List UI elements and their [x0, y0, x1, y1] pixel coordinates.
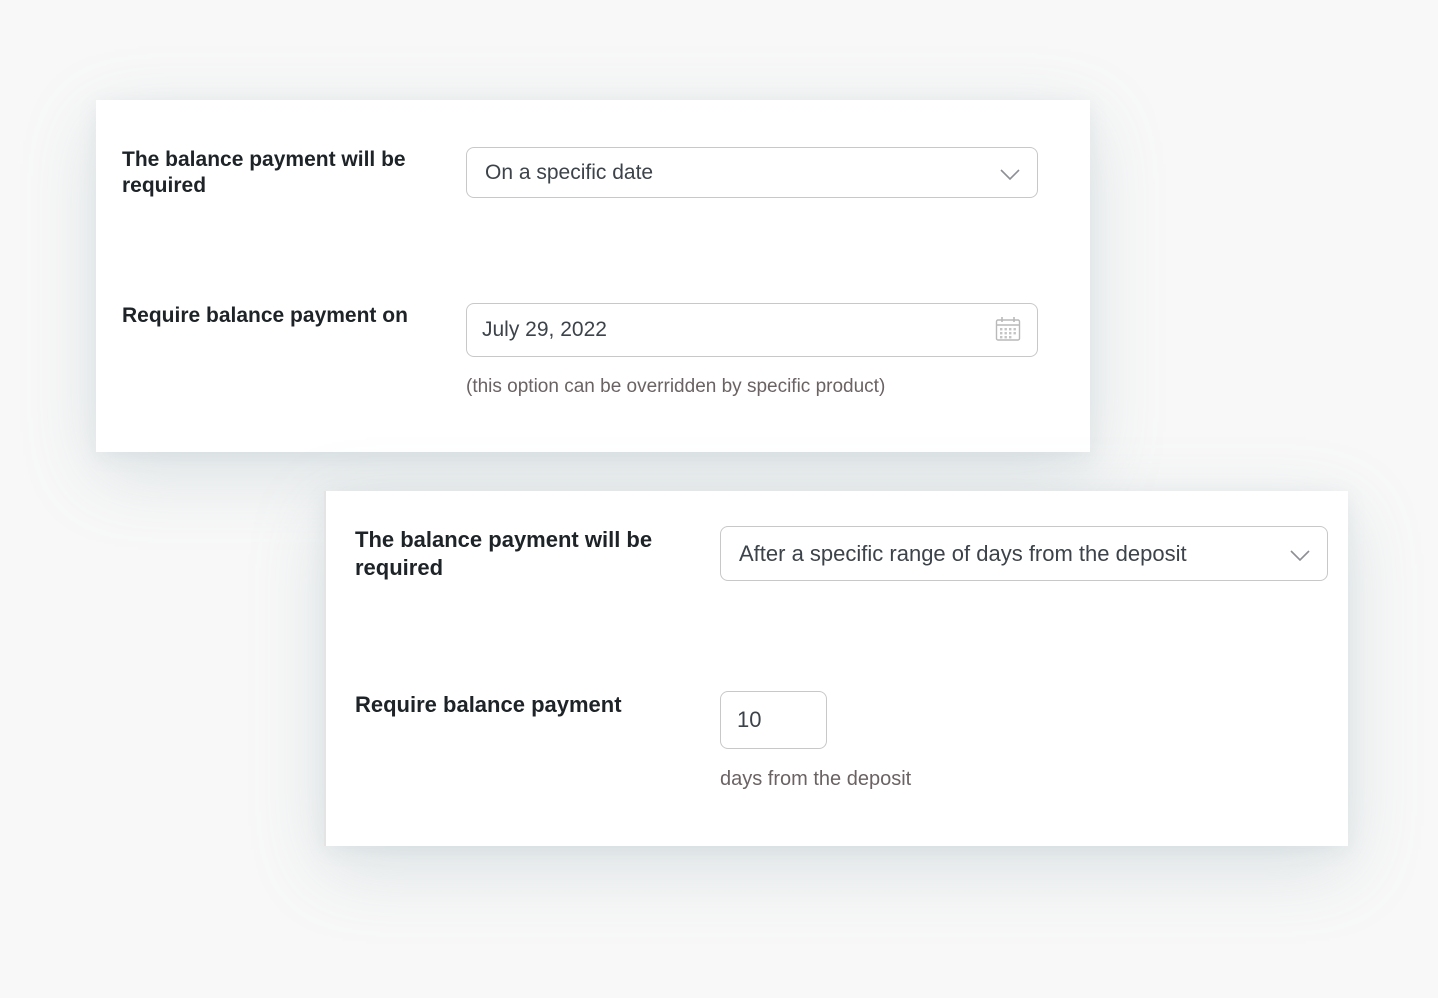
balance-mode-label: The balance payment will be required [355, 527, 653, 580]
balance-mode-select[interactable]: After a specific range of days from the … [720, 526, 1328, 581]
balance-date-label: Require balance payment on [122, 304, 408, 327]
balance-days-hint: days from the deposit [720, 768, 912, 790]
balance-mode-select[interactable]: On a specific date [466, 147, 1038, 198]
balance-date-value: July 29, 2022 [482, 318, 607, 341]
balance-days-value: 10 [737, 707, 762, 732]
calendar-icon[interactable] [995, 316, 1021, 342]
balance-days-input[interactable]: 10 [720, 691, 827, 749]
balance-mode-select-value: After a specific range of days from the … [739, 540, 1187, 566]
balance-date-input[interactable]: July 29, 2022 [466, 303, 1038, 357]
balance-mode-select-value: On a specific date [485, 160, 654, 184]
settings-panel-days-range: The balance payment will be required Aft… [324, 491, 1348, 846]
settings-panel-specific-date: The balance payment will be required On … [96, 100, 1090, 452]
chevron-down-icon [1290, 549, 1310, 561]
balance-date-hint: (this option can be overridden by specif… [466, 376, 886, 397]
balance-days-label: Require balance payment [355, 692, 622, 717]
balance-mode-label: The balance payment will be required [122, 148, 406, 197]
chevron-down-icon [1000, 168, 1020, 180]
